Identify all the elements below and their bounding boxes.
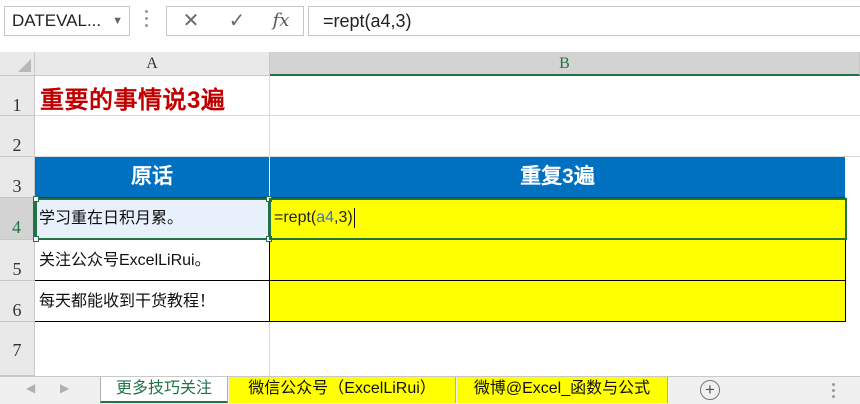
cell-b-overflow (846, 157, 860, 322)
cell-b7[interactable] (270, 322, 860, 376)
column-header-a[interactable]: A (35, 52, 270, 76)
column-header-b[interactable]: B (270, 52, 860, 76)
row-header-1[interactable]: 1 (0, 76, 35, 116)
name-box-value: DATEVAL... (12, 11, 102, 30)
tab-sheet-2[interactable]: 微信公众号（ExcelLiRui） (229, 377, 456, 403)
chevron-down-icon[interactable]: ▼ (112, 7, 123, 35)
row-header-2[interactable]: 2 (0, 116, 35, 157)
row-header-5[interactable]: 5 (0, 240, 35, 281)
row-header-4[interactable]: 4 (0, 198, 35, 240)
cell-b5[interactable] (270, 240, 846, 281)
cell-a5[interactable]: 关注公众号ExcelLiRui。 (35, 240, 270, 281)
cell-a2[interactable] (35, 116, 270, 157)
sheet-tab-bar: ◀ ▶ 更多技巧关注 微信公众号（ExcelLiRui） 微博@Excel_函数… (0, 376, 860, 404)
drag-handle-icon[interactable] (144, 10, 150, 32)
cell-a6[interactable]: 每天都能收到干货教程！ (35, 281, 270, 322)
scroll-right-icon[interactable]: ▶ (60, 381, 69, 395)
enter-icon[interactable]: ✓ (217, 7, 257, 35)
formula-buttons: ✕ ✓ fx (166, 6, 304, 36)
reference-highlight-a4 (33, 196, 272, 242)
name-box[interactable]: DATEVAL... ▼ (4, 6, 130, 36)
tab-sheet-1[interactable]: 更多技巧关注 (100, 377, 228, 403)
select-all-button[interactable] (0, 52, 35, 76)
tab-sheet-3[interactable]: 微博@Excel_函数与公式 (457, 377, 668, 403)
formula-input[interactable]: =rept(a4,3) (308, 6, 860, 36)
cell-b2[interactable] (270, 116, 860, 157)
row-header-3[interactable]: 3 (0, 157, 35, 198)
active-cell-border (269, 198, 847, 240)
add-sheet-icon[interactable]: + (700, 380, 720, 400)
row-header-7[interactable]: 7 (0, 322, 35, 376)
cell-b6[interactable] (270, 281, 846, 322)
scroll-left-icon[interactable]: ◀ (26, 381, 35, 395)
sheet-title: 重要的事情说3遍 (40, 87, 226, 114)
cell-a7[interactable] (35, 322, 270, 376)
cell-b1[interactable] (270, 76, 860, 116)
formula-bar: DATEVAL... ▼ ✕ ✓ fx =rept(a4,3) (0, 0, 860, 44)
cancel-icon[interactable]: ✕ (171, 7, 211, 35)
drag-handle-icon[interactable] (832, 383, 836, 399)
row-header-6[interactable]: 6 (0, 281, 35, 322)
header-cell-original[interactable]: 原话 (35, 157, 270, 198)
header-cell-repeat[interactable]: 重复3遍 (270, 157, 846, 198)
insert-function-icon[interactable]: fx (261, 7, 301, 35)
